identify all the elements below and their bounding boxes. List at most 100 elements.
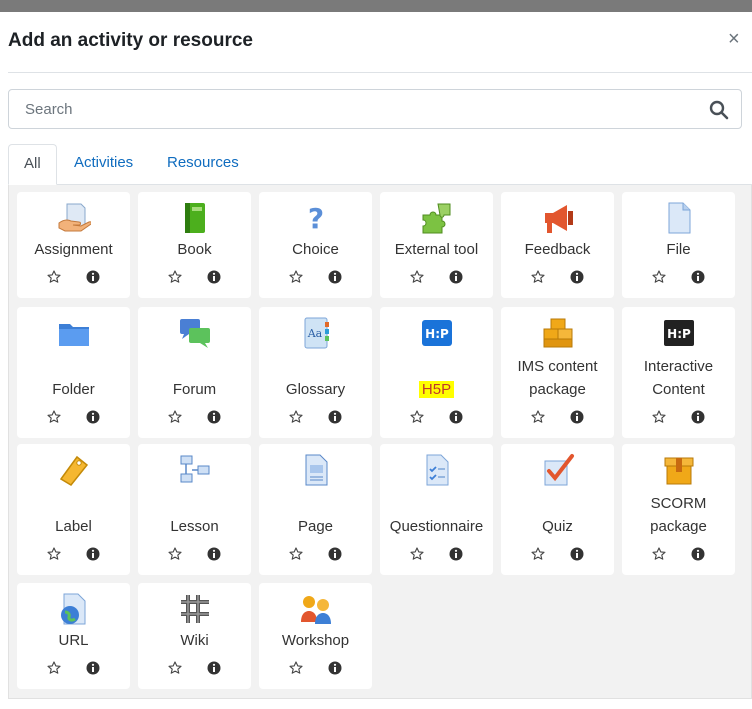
- info-icon[interactable]: [449, 270, 463, 284]
- page-icon: [299, 453, 333, 487]
- module-tile-book[interactable]: Book: [138, 192, 251, 298]
- star-icon[interactable]: [652, 547, 666, 561]
- questionnaire-icon: [420, 453, 454, 487]
- module-tile-interactive-content[interactable]: H:P Interactive Content: [622, 307, 735, 438]
- search-box: [8, 89, 742, 129]
- info-icon[interactable]: [86, 661, 100, 675]
- choice-icon: ?: [299, 201, 333, 235]
- star-icon[interactable]: [410, 410, 424, 424]
- info-icon[interactable]: [691, 547, 705, 561]
- info-icon[interactable]: [691, 270, 705, 284]
- module-label: H5P: [380, 378, 493, 401]
- module-tile-glossary[interactable]: Aa Glossary: [259, 307, 372, 438]
- tab-resources[interactable]: Resources: [152, 144, 254, 185]
- star-icon[interactable]: [47, 547, 61, 561]
- star-icon[interactable]: [168, 661, 182, 675]
- module-label: File: [666, 241, 691, 258]
- module-tile-quiz[interactable]: Quiz: [501, 444, 614, 575]
- star-icon[interactable]: [289, 661, 303, 675]
- module-label: URL: [58, 632, 89, 649]
- search-input[interactable]: [23, 98, 703, 120]
- star-icon[interactable]: [168, 270, 182, 284]
- info-icon[interactable]: [207, 547, 221, 561]
- star-icon[interactable]: [531, 547, 545, 561]
- module-tile-h5p[interactable]: H:P H5P: [380, 307, 493, 438]
- module-tile-lesson[interactable]: Lesson: [138, 444, 251, 575]
- star-icon[interactable]: [168, 547, 182, 561]
- module-tile-page[interactable]: Page: [259, 444, 372, 575]
- tab-activities[interactable]: Activities: [59, 144, 148, 185]
- module-tile-workshop[interactable]: Workshop: [259, 583, 372, 689]
- star-icon[interactable]: [652, 410, 666, 424]
- info-icon[interactable]: [86, 547, 100, 561]
- module-tile-forum[interactable]: Forum: [138, 307, 251, 438]
- module-label: Workshop: [281, 632, 350, 649]
- header-divider: [8, 72, 752, 73]
- module-tile-feedback[interactable]: Feedback: [501, 192, 614, 298]
- module-label-highlight: H5P: [418, 381, 455, 398]
- info-icon[interactable]: [691, 410, 705, 424]
- star-icon[interactable]: [289, 270, 303, 284]
- info-icon[interactable]: [328, 270, 342, 284]
- module-label-line2: package: [650, 518, 707, 535]
- star-icon[interactable]: [47, 410, 61, 424]
- feedback-icon: [541, 201, 575, 235]
- forum-icon: [178, 316, 212, 350]
- module-tile-file[interactable]: File: [622, 192, 735, 298]
- h5p-icon: H:P: [420, 316, 454, 350]
- workshop-icon: [299, 592, 333, 626]
- star-icon[interactable]: [168, 410, 182, 424]
- star-icon[interactable]: [531, 270, 545, 284]
- quiz-icon: [541, 453, 575, 487]
- assignment-icon: [57, 201, 91, 235]
- external-tool-icon: [420, 201, 454, 235]
- dialog-top-bar: [0, 0, 752, 12]
- module-tile-scorm-package[interactable]: SCORM package: [622, 444, 735, 575]
- module-tile-label[interactable]: Label: [17, 444, 130, 575]
- tab-all[interactable]: All: [8, 144, 57, 185]
- info-icon[interactable]: [328, 547, 342, 561]
- star-icon[interactable]: [652, 270, 666, 284]
- info-icon[interactable]: [449, 547, 463, 561]
- folder-icon: [57, 316, 91, 350]
- module-tile-external-tool[interactable]: External tool: [380, 192, 493, 298]
- ims-content-package-icon: [541, 316, 575, 350]
- star-icon[interactable]: [410, 270, 424, 284]
- star-icon[interactable]: [47, 661, 61, 675]
- module-label: Page: [297, 518, 334, 535]
- module-label: Wiki: [180, 632, 209, 649]
- module-label: Book: [177, 241, 212, 258]
- info-icon[interactable]: [86, 410, 100, 424]
- module-tile-assignment[interactable]: Assignment: [17, 192, 130, 298]
- info-icon[interactable]: [570, 270, 584, 284]
- info-icon[interactable]: [207, 661, 221, 675]
- star-icon[interactable]: [47, 270, 61, 284]
- module-tile-folder[interactable]: Folder: [17, 307, 130, 438]
- star-icon[interactable]: [289, 547, 303, 561]
- info-icon[interactable]: [328, 661, 342, 675]
- star-icon[interactable]: [289, 410, 303, 424]
- tab-bar: All Activities Resources: [8, 144, 752, 185]
- module-tile-wiki[interactable]: Wiki: [138, 583, 251, 689]
- module-tile-choice[interactable]: ? Choice: [259, 192, 372, 298]
- info-icon[interactable]: [86, 270, 100, 284]
- info-icon[interactable]: [570, 410, 584, 424]
- info-icon[interactable]: [207, 410, 221, 424]
- module-label-line1: Interactive: [643, 358, 714, 375]
- module-label: Folder: [52, 381, 95, 398]
- close-button[interactable]: ×: [728, 28, 740, 51]
- info-icon[interactable]: [570, 547, 584, 561]
- module-label: Choice: [292, 241, 339, 258]
- lesson-icon: [178, 453, 212, 487]
- info-icon[interactable]: [207, 270, 221, 284]
- module-tile-ims-content-package[interactable]: IMS content package: [501, 307, 614, 438]
- module-label-line2: package: [529, 381, 586, 398]
- search-icon[interactable]: [709, 100, 729, 125]
- star-icon[interactable]: [531, 410, 545, 424]
- module-tile-url[interactable]: URL: [17, 583, 130, 689]
- module-tile-questionnaire[interactable]: Questionnaire: [380, 444, 493, 575]
- info-icon[interactable]: [449, 410, 463, 424]
- glossary-icon-text: Aa: [306, 327, 322, 340]
- info-icon[interactable]: [328, 410, 342, 424]
- star-icon[interactable]: [410, 547, 424, 561]
